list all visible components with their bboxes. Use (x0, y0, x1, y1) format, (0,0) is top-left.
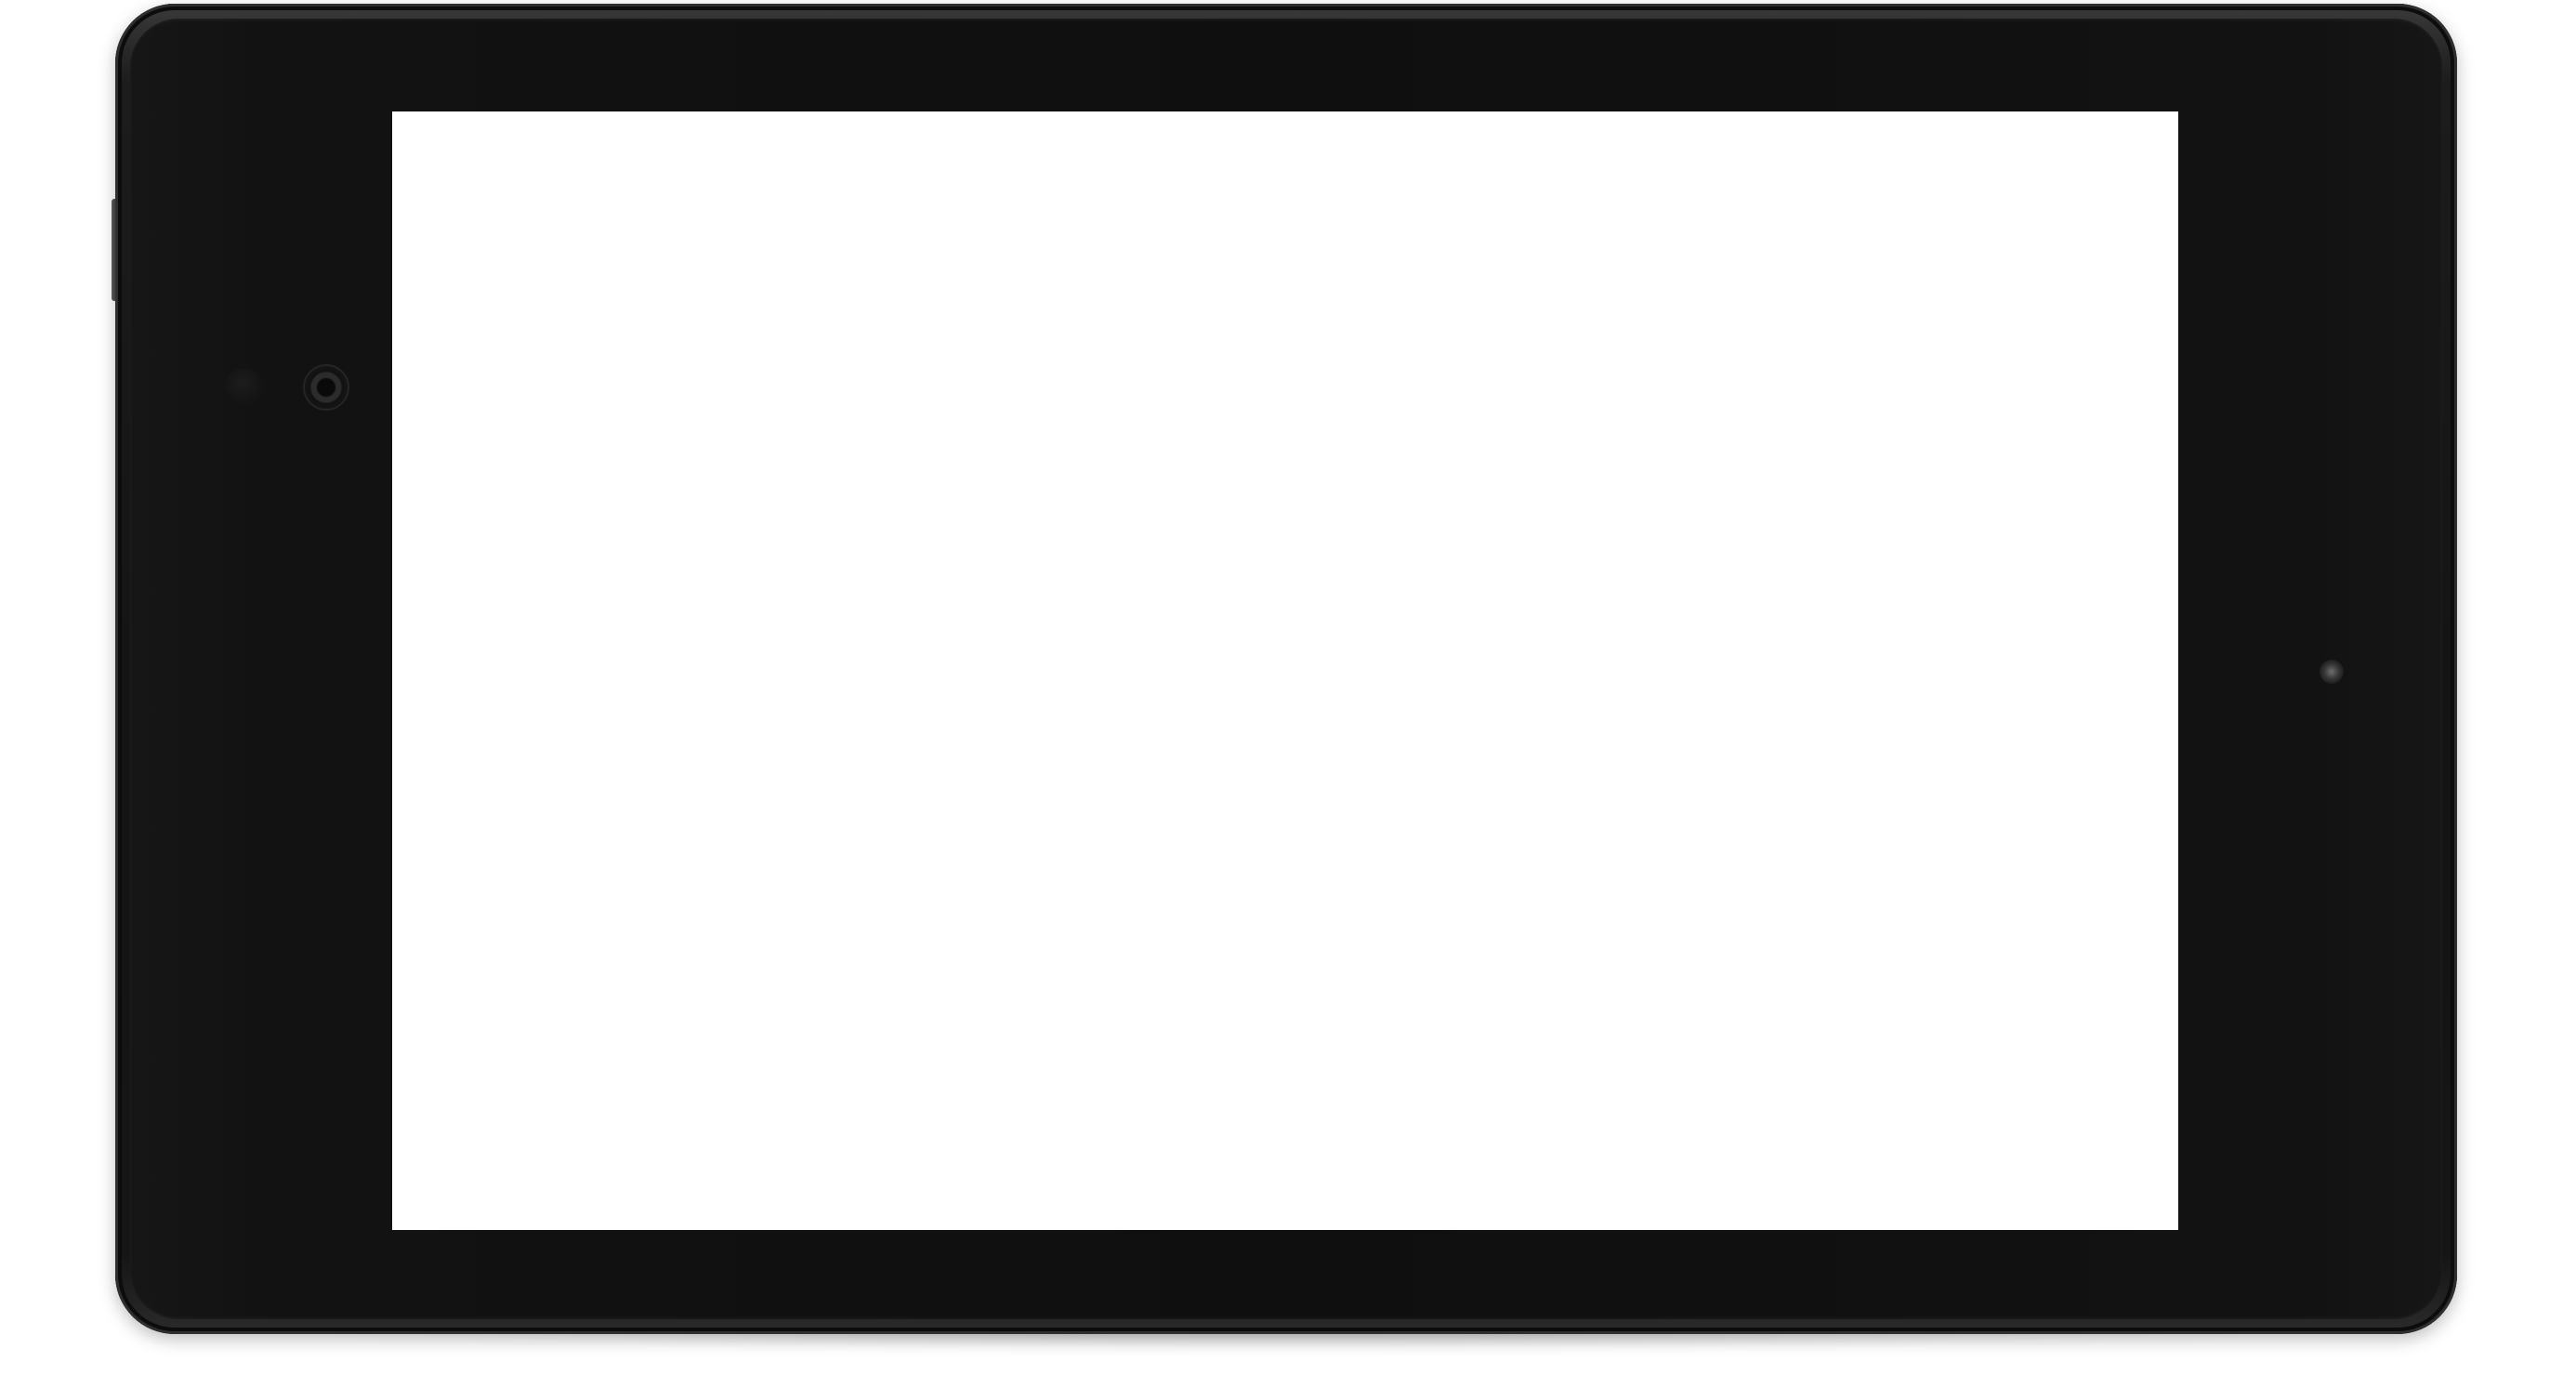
light-sensor-icon (225, 368, 264, 407)
notification-led-icon (2320, 660, 2344, 684)
tablet-screen[interactable] (392, 111, 2178, 1230)
camera-icon (305, 366, 348, 409)
page (0, 0, 2576, 1374)
tablet-device (112, 4, 2457, 1334)
side-button (112, 199, 117, 301)
